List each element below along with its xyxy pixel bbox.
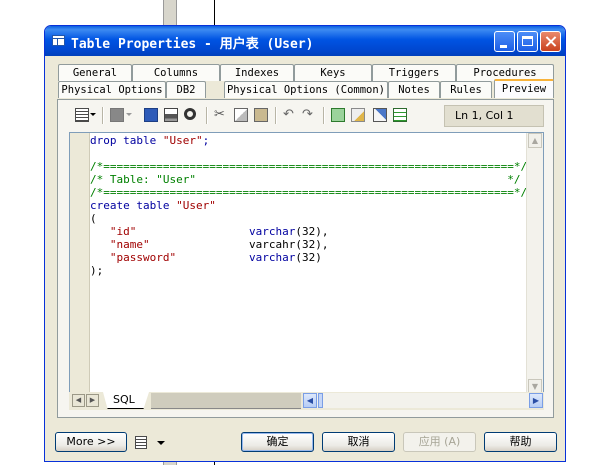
code-token: varcahr: [248, 238, 296, 251]
dropdown-arrow-icon[interactable]: [90, 113, 96, 116]
code-token: create table: [90, 199, 177, 212]
sheet-tab-sql[interactable]: SQL: [103, 392, 149, 409]
horizontal-scrollbar[interactable]: ◀ ▶: [303, 393, 543, 408]
code-token: (32),: [295, 238, 329, 251]
scroll-up-icon[interactable]: ▲: [528, 133, 542, 148]
tab-keys[interactable]: Keys: [294, 64, 372, 81]
tab-columns[interactable]: Columns: [132, 64, 220, 81]
minimize-button[interactable]: [494, 31, 515, 52]
help-button[interactable]: 帮助: [484, 432, 557, 452]
scroll-thumb[interactable]: [318, 393, 323, 408]
tab-db2[interactable]: DB2: [166, 81, 206, 98]
title-bar[interactable]: Table Properties - 用户表 (User): [45, 26, 565, 56]
window-title: Table Properties - 用户表 (User): [71, 37, 314, 52]
code-line: "id" varchar(32),: [90, 225, 527, 238]
code-token: "password": [109, 251, 177, 264]
redo-icon[interactable]: ↷: [302, 108, 316, 122]
sql-preview-editor[interactable]: drop table "User"; /*===================…: [69, 132, 544, 395]
code-line: );: [90, 264, 527, 277]
code-token: varchar: [248, 251, 296, 264]
tab-rules[interactable]: Rules: [440, 81, 492, 98]
cursor-position-indicator: Ln 1, Col 1: [444, 105, 544, 127]
code-line: drop table "User";: [90, 134, 527, 147]
code-line: create table "User": [90, 199, 527, 212]
undo-icon[interactable]: ↶: [283, 108, 297, 122]
code-token: /*======================================…: [90, 186, 528, 199]
gray-square-icon[interactable]: [110, 108, 124, 122]
table-properties-dialog: Table Properties - 用户表 (User) General Co…: [44, 25, 566, 462]
find-icon[interactable]: [184, 108, 196, 120]
close-button[interactable]: [540, 31, 561, 52]
background-divider: [214, 0, 215, 25]
tab-physical-options-common[interactable]: Physical Options (Common): [224, 81, 388, 98]
vertical-scrollbar[interactable]: ▲ ▼: [526, 133, 543, 394]
scroll-right-icon[interactable]: ▶: [529, 393, 543, 408]
code-token: "User": [176, 199, 216, 212]
code-token: "User": [162, 134, 203, 147]
properties-menu-icon[interactable]: [135, 436, 147, 449]
dropdown-arrow-icon[interactable]: [126, 113, 132, 116]
sheet-tab-area: [151, 393, 301, 409]
sql-code[interactable]: drop table "User"; /*===================…: [90, 134, 527, 277]
edit-template-icon[interactable]: [373, 108, 387, 122]
prev-sheet-icon[interactable]: ◀: [72, 394, 85, 407]
sheet-tab-bar: ◀ ▶ SQL ◀ ▶: [69, 392, 544, 410]
code-token: (32): [295, 251, 322, 264]
dropdown-arrow-icon[interactable]: [157, 441, 165, 445]
table-icon: [52, 35, 65, 46]
code-token: ;: [202, 134, 210, 147]
properties-icon[interactable]: [75, 108, 89, 122]
editor-gutter: [70, 133, 90, 394]
code-token: /*======================================…: [90, 160, 528, 173]
code-line: (: [90, 212, 527, 225]
tab-preview[interactable]: Preview: [494, 79, 554, 98]
toolbar-separator: [323, 107, 325, 124]
tab-triggers[interactable]: Triggers: [372, 64, 456, 81]
edit-icon[interactable]: [351, 108, 365, 122]
checklist-icon[interactable]: [393, 108, 407, 122]
toolbar-separator: [102, 107, 104, 124]
more-button[interactable]: More >>: [55, 432, 127, 452]
tab-general[interactable]: General: [58, 64, 132, 81]
code-token: drop table: [90, 134, 163, 147]
code-line: /*======================================…: [90, 186, 527, 199]
code-token: varchar: [248, 225, 296, 238]
next-sheet-icon[interactable]: ▶: [86, 394, 99, 407]
cut-icon[interactable]: ✂: [214, 108, 228, 122]
code-line: "password" varchar(32): [90, 251, 527, 264]
code-token: /* Table: "User" */: [90, 173, 521, 186]
refresh-icon[interactable]: [331, 108, 345, 122]
code-token: );: [90, 264, 104, 277]
print-icon[interactable]: [164, 108, 178, 122]
code-token: (32),: [295, 225, 329, 238]
cancel-button[interactable]: 取消: [322, 432, 395, 452]
toolbar-separator: [275, 107, 277, 124]
code-line: /*======================================…: [90, 160, 527, 173]
maximize-button[interactable]: [517, 31, 538, 52]
toolbar-separator: [206, 107, 208, 124]
code-token: (: [90, 212, 97, 225]
tab-indexes[interactable]: Indexes: [220, 64, 294, 81]
code-line: /* Table: "User" */: [90, 173, 527, 186]
copy-icon[interactable]: [234, 108, 248, 122]
code-line: "name" varcahr(32),: [90, 238, 527, 251]
tab-physical-options[interactable]: Physical Options: [58, 81, 166, 98]
code-token: "name": [109, 238, 150, 251]
paste-icon[interactable]: [254, 108, 268, 122]
save-icon[interactable]: [144, 108, 158, 122]
apply-button[interactable]: 应用 (A): [403, 432, 476, 452]
ok-button[interactable]: 确定: [241, 432, 314, 452]
code-token: "id": [109, 225, 137, 238]
scroll-left-icon[interactable]: ◀: [303, 393, 317, 408]
tab-notes[interactable]: Notes: [388, 81, 440, 98]
